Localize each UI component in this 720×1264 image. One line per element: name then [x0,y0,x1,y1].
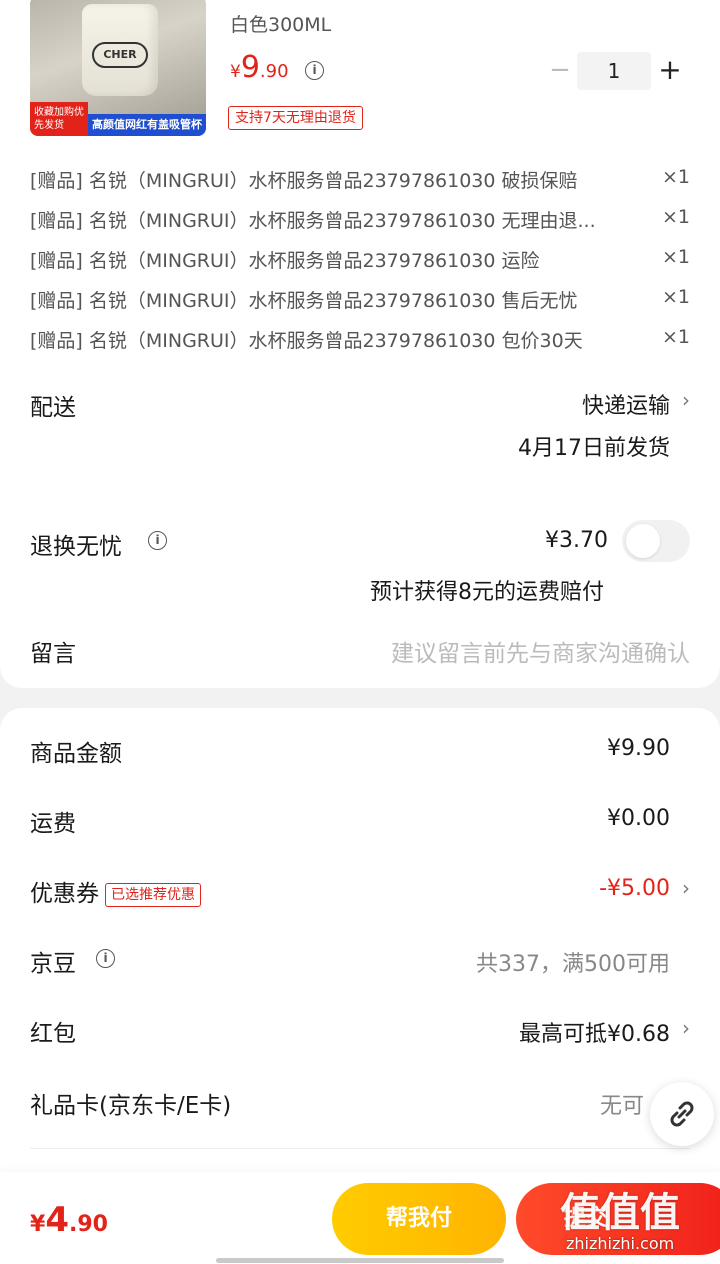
image-tag-title: 高颜值网红有盖吸管杯 [88,114,206,136]
gift-item: [赠品] 名锐（MINGRUI）水杯服务曾品23797861030 包价30天 … [30,326,690,356]
delivery-date: 4月17日前发货 [518,436,670,461]
watermark-url: zhizhizhi.com [566,1234,675,1253]
cup-logo: CHER [92,42,148,68]
coupon-label: 优惠券 已选推荐优惠 [30,874,201,908]
return-service-price: ¥3.70 [545,528,608,553]
gift-quantity: ×1 [661,246,690,268]
gift-quantity: ×1 [661,206,690,228]
chevron-right-icon[interactable]: › [682,388,690,412]
coupon-badge: 已选推荐优惠 [105,882,201,907]
gift-item: [赠品] 名锐（MINGRUI）水杯服务曾品23797861030 运险 ×1 [30,246,690,276]
chevron-right-icon[interactable]: › [682,1016,690,1040]
share-link-button[interactable] [650,1082,714,1146]
return-service-label: 退换无忧 [30,527,122,561]
message-label: 留言 [30,641,76,667]
gift-item: [赠品] 名锐（MINGRUI）水杯服务曾品23797861030 无理由退..… [30,206,690,236]
toggle-knob [626,524,660,558]
gift-text: [赠品] 名锐（MINGRUI）水杯服务曾品23797861030 售后无忧 [30,290,578,312]
help-pay-button[interactable]: 帮我付 [332,1183,506,1255]
total-integer: 4 [45,1200,69,1240]
goods-amount-value: ¥9.90 [607,736,670,761]
gift-quantity: ×1 [661,326,690,348]
goods-amount-label: 商品金额 [30,741,122,767]
info-icon[interactable]: i [305,61,324,80]
gift-text: [赠品] 名锐（MINGRUI）水杯服务曾品23797861030 破损保赔 [30,170,578,192]
info-icon[interactable]: i [148,531,167,550]
gift-text: [赠品] 名锐（MINGRUI）水杯服务曾品23797861030 运险 [30,250,540,272]
shipping-label: 运费 [30,811,76,837]
info-icon[interactable]: i [96,949,115,968]
quantity-value[interactable]: 1 [577,52,651,90]
price-symbol: ¥ [230,62,241,82]
divider [30,1148,690,1149]
gift-text: [赠品] 名锐（MINGRUI）水杯服务曾品23797861030 无理由退..… [30,210,596,232]
total-symbol: ¥ [30,1212,46,1237]
total-price: ¥4.90 [30,1200,108,1240]
product-image[interactable]: CHER 收藏加购优先发货 高颜值网红有盖吸管杯 [30,0,206,136]
return-policy-badge: 支持7天无理由退货 [228,106,363,130]
order-card: CHER 收藏加购优先发货 高颜值网红有盖吸管杯 白色300ML ¥9.90 i… [0,0,720,688]
gift-item: [赠品] 名锐（MINGRUI）水杯服务曾品23797861030 售后无忧 ×… [30,286,690,316]
product-price: ¥9.90 [230,50,289,85]
shipping-value: ¥0.00 [607,806,670,831]
delivery-method[interactable]: 快递运输 [582,388,670,420]
fee-card: 商品金额 ¥9.90 运费 ¥0.00 优惠券 已选推荐优惠 -¥5.00 › 京… [0,708,720,1178]
gift-card-label: 礼品卡(京东卡/E卡) [30,1093,232,1119]
jingdou-label: 京豆 [30,944,76,978]
price-decimal: .90 [259,61,289,82]
gift-quantity: ×1 [661,286,690,308]
return-service-note: 预计获得8元的运费赔付 [370,580,604,605]
gift-text: [赠品] 名锐（MINGRUI）水杯服务曾品23797861030 包价30天 [30,330,583,352]
gift-quantity: ×1 [661,166,690,188]
red-packet-value[interactable]: 最高可抵¥0.68 [519,1016,670,1048]
message-input[interactable]: 建议留言前先与商家沟通确认 [391,634,690,668]
price-integer: 9 [240,50,260,85]
total-decimal: .90 [68,1212,108,1237]
cup-illustration: CHER [82,4,158,96]
delivery-label: 配送 [30,395,76,421]
jingdou-text: 京豆 [30,951,76,977]
plus-button[interactable]: + [655,52,685,90]
red-packet-label: 红包 [30,1021,76,1047]
jingdou-value: 共337，满500可用 [476,952,670,977]
gift-card-value[interactable]: 无可 [600,1088,644,1120]
home-indicator [216,1258,504,1263]
coupon-value[interactable]: -¥5.00 [599,876,670,901]
coupon-text: 优惠券 [30,881,99,907]
return-service-toggle[interactable] [622,520,690,562]
image-tag-priority: 收藏加购优先发货 [30,102,88,136]
return-service-text: 退换无忧 [30,534,122,560]
minus-button[interactable]: − [545,52,575,90]
product-variant: 白色300ML [230,14,332,36]
link-icon [670,1101,694,1127]
gift-item: [赠品] 名锐（MINGRUI）水杯服务曾品23797861030 破损保赔 ×… [30,166,690,196]
chevron-right-icon[interactable]: › [682,876,690,900]
